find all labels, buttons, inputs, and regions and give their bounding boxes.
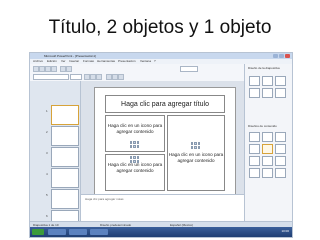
content-placeholder-text: Haga clic en un icono para agregar conte… [107,123,163,134]
thumbnail-number: 4 [46,172,48,176]
layout-option[interactable] [249,144,260,154]
slide-thumbnail[interactable] [51,105,79,125]
slide-thumbnail[interactable] [51,189,79,209]
title-placeholder[interactable]: Haga clic para agregar título [105,95,225,113]
thumbnail-number: 2 [46,130,48,134]
content-placeholder-left-bottom[interactable]: Haga clic en un icono para agregar conte… [105,154,165,191]
content-placeholder-text: Haga clic en un icono para agregar conte… [107,162,163,173]
task-pane-title: Diseño de la diapositiva [248,66,280,70]
maximize-button[interactable] [279,54,284,58]
print-icon[interactable] [51,66,57,72]
windows-taskbar: 10:00 [30,227,292,237]
notes-pane[interactable]: Haga clic para agregar notas [81,194,244,222]
layout-option[interactable] [249,168,260,178]
underline-icon[interactable] [96,74,102,80]
task-pane: Diseño de la diapositiva Diseños de cont… [244,64,292,221]
zoom-select[interactable] [180,66,198,72]
slide-thumbnail[interactable] [51,168,79,188]
layout-option[interactable] [249,156,260,166]
layout-option[interactable] [275,76,286,86]
powerpoint-screenshot: Microsoft PowerPoint - [Presentación1] A… [29,52,293,238]
content-placeholder-right[interactable]: Haga clic en un icono para agregar conte… [167,115,225,191]
minimize-button[interactable] [273,54,278,58]
layout-option[interactable] [262,132,273,142]
content-placeholder-text: Haga clic en un icono para agregar conte… [168,152,224,163]
align-right-icon[interactable] [118,74,124,80]
slide-heading: Título, 2 objetos y 1 objeto [48,17,272,38]
layout-option[interactable] [275,88,286,98]
slide-thumbnail[interactable] [51,147,79,167]
slide-thumbnails-panel: 1 2 3 4 5 6 [30,81,81,230]
layout-option[interactable] [275,144,286,154]
layout-option[interactable] [262,76,273,86]
layout-option[interactable] [275,132,286,142]
layout-option[interactable] [249,76,260,86]
slide-canvas: Haga clic para agregar título Haga clic … [94,87,236,195]
content-placeholder-left-top[interactable]: Haga clic en un icono para agregar conte… [105,115,165,152]
layout-option[interactable] [249,88,260,98]
taskbar-item[interactable] [48,229,66,235]
redo-icon[interactable] [66,66,72,72]
layout-option[interactable] [262,168,273,178]
thumbnail-number: 1 [46,109,48,113]
thumbnail-number: 5 [46,193,48,197]
start-button[interactable] [32,229,44,235]
font-select[interactable] [33,74,69,80]
taskbar-item[interactable] [90,229,108,235]
slide-thumbnail[interactable] [51,126,79,146]
layout-option[interactable] [275,168,286,178]
task-pane-section: Diseños de contenido [248,124,277,128]
notes-placeholder: Haga clic para agregar notas [85,197,124,201]
layout-option[interactable] [262,156,273,166]
layout-option[interactable] [249,132,260,142]
layout-option-selected[interactable] [262,144,273,154]
layout-option[interactable] [275,156,286,166]
taskbar-clock: 10:00 [281,229,289,233]
thumbnail-number: 6 [46,214,48,218]
insert-content-icons[interactable] [130,156,139,163]
thumbnail-number: 3 [46,151,48,155]
insert-content-icons[interactable] [130,141,139,148]
close-button[interactable] [285,54,290,58]
insert-content-icons[interactable] [191,142,200,149]
layout-option[interactable] [262,88,273,98]
font-size-select[interactable] [70,74,82,80]
taskbar-item[interactable] [69,229,87,235]
